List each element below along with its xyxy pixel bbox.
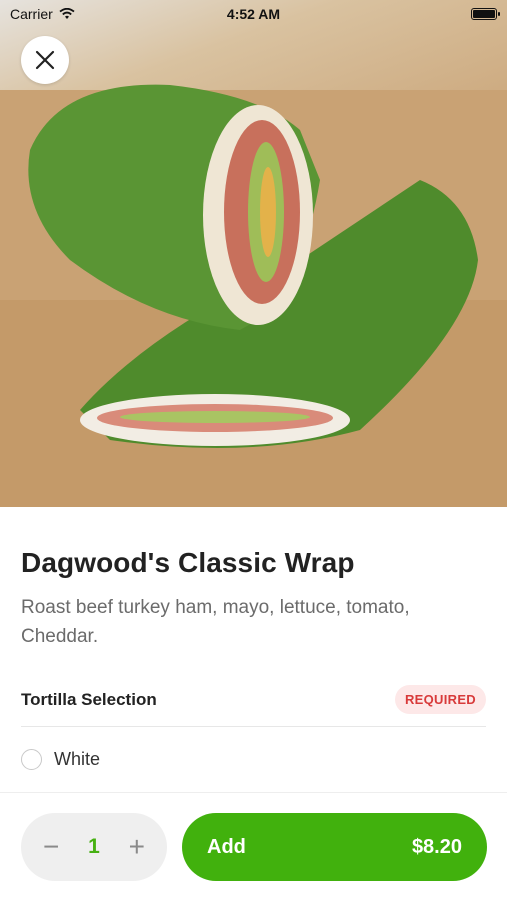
option-label: White (54, 749, 101, 769)
add-to-cart-button[interactable]: Add $8.20 (182, 813, 487, 881)
order-bar: − 1 + Add $8.20 (0, 792, 507, 900)
tortilla-section-header: Tortilla Selection REQUIRED (21, 685, 486, 727)
close-button[interactable] (21, 36, 69, 84)
radio-button[interactable] (21, 749, 42, 770)
section-title: Tortilla Selection (21, 689, 157, 709)
status-bar: Carrier 4:52 AM (0, 0, 507, 28)
wrap-illustration (0, 84, 507, 507)
clock: 4:52 AM (226, 6, 281, 22)
decrement-button[interactable]: − (43, 833, 59, 861)
item-photo (0, 0, 507, 507)
add-label: Add (207, 835, 246, 858)
carrier-label: Carrier (10, 6, 53, 22)
close-icon (35, 50, 55, 70)
option-white[interactable]: White (21, 749, 486, 770)
item-title: Dagwood's Classic Wrap (21, 547, 355, 578)
quantity-value: 1 (88, 835, 100, 858)
increment-button[interactable]: + (129, 833, 145, 861)
item-description: Roast beef turkey ham, mayo, lettuce, to… (21, 597, 410, 647)
quantity-stepper: − 1 + (21, 813, 167, 881)
price-label: $8.20 (411, 835, 462, 858)
item-details: Dagwood's Classic Wrap Roast beef turkey… (0, 507, 507, 792)
battery-icon (471, 8, 500, 20)
wifi-icon (59, 8, 75, 19)
required-badge: REQUIRED (394, 685, 486, 714)
